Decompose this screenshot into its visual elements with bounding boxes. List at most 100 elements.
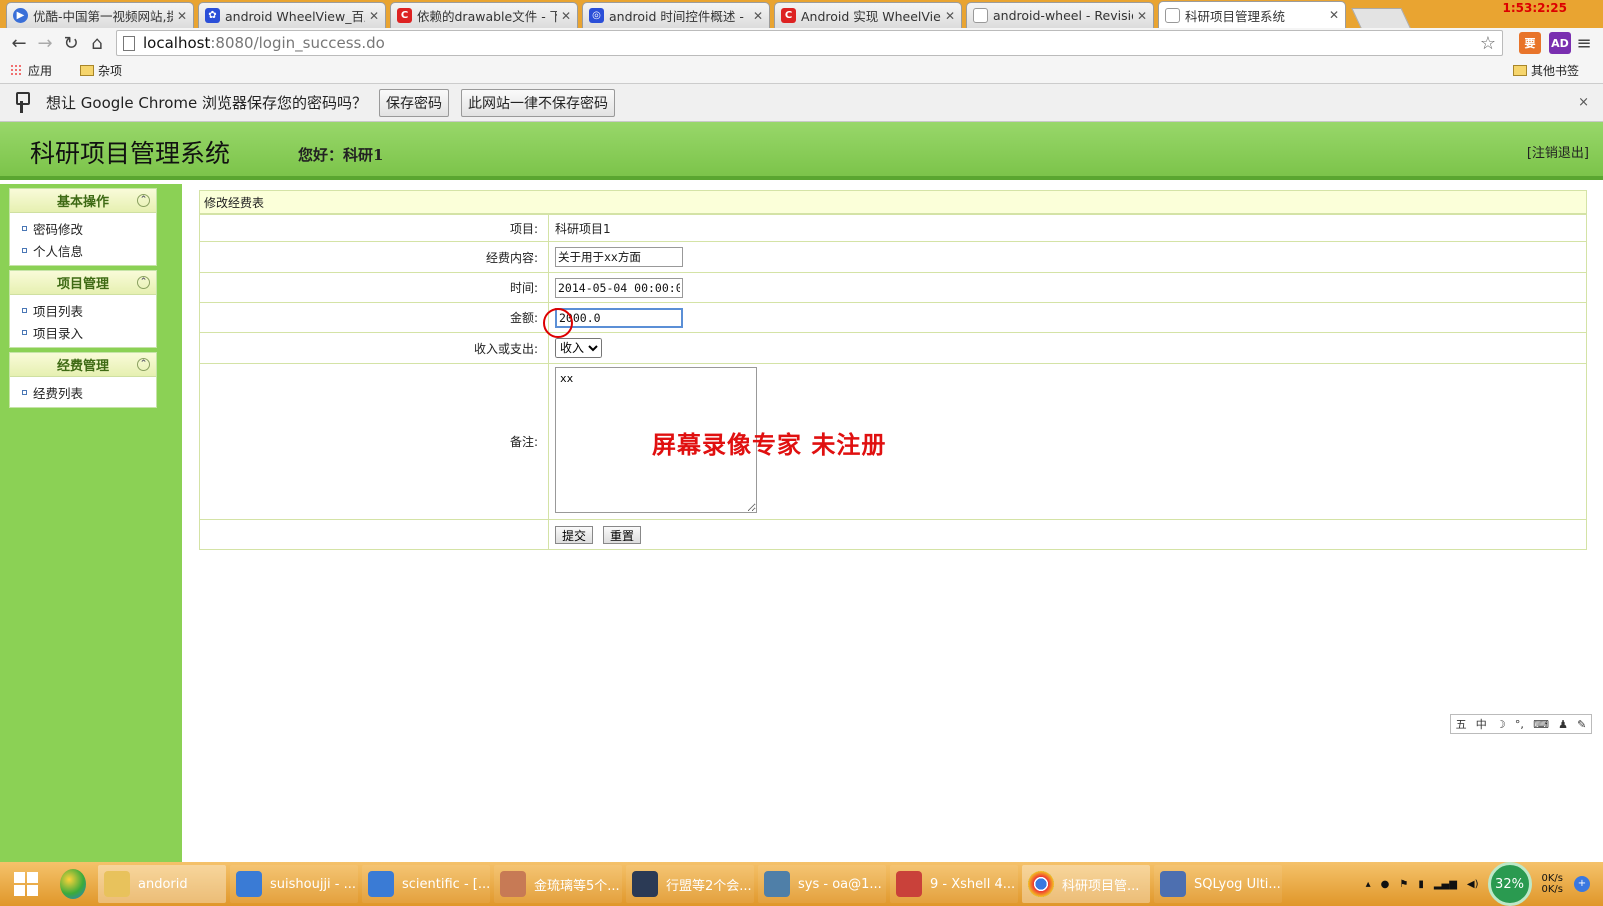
sidebar: 基本操作 ⌃ 密码修改 个人信息 项目管理 ⌃ 项目列表 项目录入 经费管理 ⌃ 经费… [0, 184, 182, 862]
new-tab-button[interactable] [1351, 8, 1411, 28]
xshell-icon [896, 871, 922, 897]
close-icon[interactable]: ✕ [369, 9, 379, 23]
forward-arrow-icon[interactable]: → [32, 30, 58, 56]
tab-wheelview[interactable]: C Android 实现 WheelView ✕ [774, 2, 962, 28]
windows-logo-icon [14, 872, 38, 896]
close-icon[interactable]: × [1578, 95, 1589, 110]
taskbar-app-sys[interactable]: sys - oa@1... [758, 865, 886, 903]
folder-icon [1512, 65, 1527, 76]
folder-icon [104, 871, 130, 897]
submit-button[interactable]: 提交 [555, 525, 594, 544]
tab-active-system[interactable]: 科研项目管理系统 ✕ [1158, 1, 1346, 28]
project-value: 科研项目1 [548, 214, 1587, 242]
ime-keyboard-icon[interactable]: ⌨ [1533, 718, 1549, 731]
ime-wubi-icon[interactable]: 五 [1456, 716, 1467, 732]
close-icon[interactable]: ✕ [177, 9, 187, 23]
start-button[interactable] [0, 862, 52, 906]
logout-link[interactable]: [注销退出] [1527, 142, 1589, 161]
ime-toolbar[interactable]: 五 中 ☽ °, ⌨ ♟ ✎ [1450, 714, 1592, 734]
sidebar-group-basic: 基本操作 ⌃ 密码修改 个人信息 [9, 188, 157, 266]
tab-strip: ▶ 优酷-中国第一视频网站,提 ✕ ✿ android WheelView_百度 ✕ C… [0, 0, 1603, 28]
time-input[interactable] [555, 277, 683, 298]
ime-moon-icon[interactable]: ☽ [1496, 718, 1506, 731]
ime-chinese-icon[interactable]: 中 [1476, 716, 1487, 732]
taskbar-app-xshell[interactable]: 9 - Xshell 4... [890, 865, 1018, 903]
taskbar-app-idea2[interactable]: scientific - [... [362, 865, 490, 903]
fund-content-input[interactable] [555, 247, 683, 267]
power-icon[interactable]: ▮ [1418, 879, 1424, 890]
taskbar-app-chat1[interactable]: 金琉璃等5个... [494, 865, 622, 903]
sidebar-item-project-list[interactable]: 项目列表 [10, 299, 156, 321]
ime-punct-icon[interactable]: °, [1515, 718, 1524, 731]
page-icon [1165, 7, 1180, 23]
save-password-button[interactable]: 保存密码 [379, 88, 450, 117]
ime-user-icon[interactable]: ♟ [1558, 718, 1568, 731]
amount-input[interactable] [555, 307, 683, 328]
sidebar-item-fund-list[interactable]: 经费列表 [10, 381, 156, 403]
back-arrow-icon[interactable]: ← [6, 30, 32, 56]
close-icon[interactable]: ✕ [1137, 9, 1147, 23]
user-greeting: 您好：科研1 [298, 146, 384, 164]
sidebar-item-password[interactable]: 密码修改 [10, 217, 156, 239]
tab-android-wheel[interactable]: android-wheel - Revisio ✕ [966, 2, 1154, 28]
bookmark-apps[interactable]: 应用 [10, 62, 66, 79]
field-label: 金额: [199, 302, 549, 333]
collapse-icon[interactable]: ⌃ [137, 276, 150, 289]
star-icon[interactable]: ☆ [1480, 33, 1496, 54]
home-icon[interactable]: ⌂ [84, 30, 110, 56]
tray-expand-icon[interactable]: ▴ [1366, 879, 1371, 890]
tab-drawable[interactable]: C 依赖的drawable文件 - 下 ✕ [390, 2, 578, 28]
sidebar-item-profile[interactable]: 个人信息 [10, 239, 156, 261]
page-icon [973, 8, 988, 23]
collapse-icon[interactable]: ⌃ [137, 358, 150, 371]
reset-button[interactable]: 重置 [603, 525, 642, 544]
bullet-icon [22, 225, 27, 231]
field-label: 备注: [199, 363, 549, 520]
database-icon [764, 871, 790, 897]
close-icon[interactable]: ✕ [561, 9, 571, 23]
ime-tool-icon[interactable]: ✎ [1577, 718, 1586, 731]
taskbar-app-idea1[interactable]: suishoujji - ... [230, 865, 358, 903]
close-icon[interactable]: ✕ [753, 9, 763, 23]
taskbar-app-sqlyog[interactable]: SQLyog Ulti... [1154, 865, 1282, 903]
notification-plus-icon[interactable]: + [1574, 876, 1590, 892]
tab-time-control[interactable]: ◎ android 时间控件概述 - ✕ [582, 2, 770, 28]
people-icon [500, 871, 526, 897]
group-header[interactable]: 基本操作 ⌃ [10, 189, 156, 213]
flag-icon[interactable]: ⚑ [1399, 879, 1408, 890]
never-save-button[interactable]: 此网站一律不保存密码 [461, 88, 616, 117]
adblock-icon[interactable]: AD [1549, 32, 1571, 54]
bookmark-folder[interactable]: 杂项 [80, 62, 136, 79]
income-expense-select[interactable]: 收入 [555, 338, 602, 358]
taskbar-app-chat2[interactable]: 行盟等2个会... [626, 865, 754, 903]
other-bookmarks[interactable]: 其他书签 [1512, 62, 1593, 79]
screen: { "browser": { "clock": "1:53:2:25", "ta… [0, 0, 1603, 906]
reload-icon[interactable]: ↻ [58, 30, 84, 56]
field-label: 经费内容: [199, 241, 549, 273]
extension-icon[interactable]: 要 [1519, 32, 1541, 54]
taskbar-app-chrome[interactable]: 科研项目管... [1022, 865, 1150, 903]
form-row-project: 项目: 科研项目1 [199, 214, 1587, 242]
intellij-icon [368, 871, 394, 897]
tab-baidu[interactable]: ✿ android WheelView_百度 ✕ [198, 2, 386, 28]
address-bar[interactable]: localhost:8080/login_success.do ☆ [116, 30, 1503, 56]
group-header[interactable]: 经费管理 ⌃ [10, 353, 156, 377]
qq-icon[interactable]: ● [1381, 879, 1390, 890]
sidebar-item-project-entry[interactable]: 项目录入 [10, 321, 156, 343]
memory-gauge[interactable]: 32% [1487, 862, 1532, 906]
tab-youku[interactable]: ▶ 优酷-中国第一视频网站,提 ✕ [6, 2, 194, 28]
signal-icon[interactable]: ▂▄▆ [1434, 879, 1457, 890]
group-header[interactable]: 项目管理 ⌃ [10, 271, 156, 295]
bullet-icon [22, 307, 27, 313]
menu-icon[interactable]: ≡ [1571, 30, 1597, 56]
globe-icon: ◎ [589, 8, 604, 23]
taskbar-app-folder[interactable]: andorid [98, 865, 226, 903]
volume-icon[interactable]: ◀) [1467, 879, 1479, 890]
360-icon[interactable] [60, 869, 86, 899]
key-icon [14, 91, 30, 114]
collapse-icon[interactable]: ⌃ [137, 194, 150, 207]
sidebar-group-funds: 经费管理 ⌃ 经费列表 [9, 352, 157, 408]
close-icon[interactable]: ✕ [1329, 8, 1339, 22]
close-icon[interactable]: ✕ [945, 9, 955, 23]
form-row-remark: 备注: xx [199, 363, 1587, 520]
